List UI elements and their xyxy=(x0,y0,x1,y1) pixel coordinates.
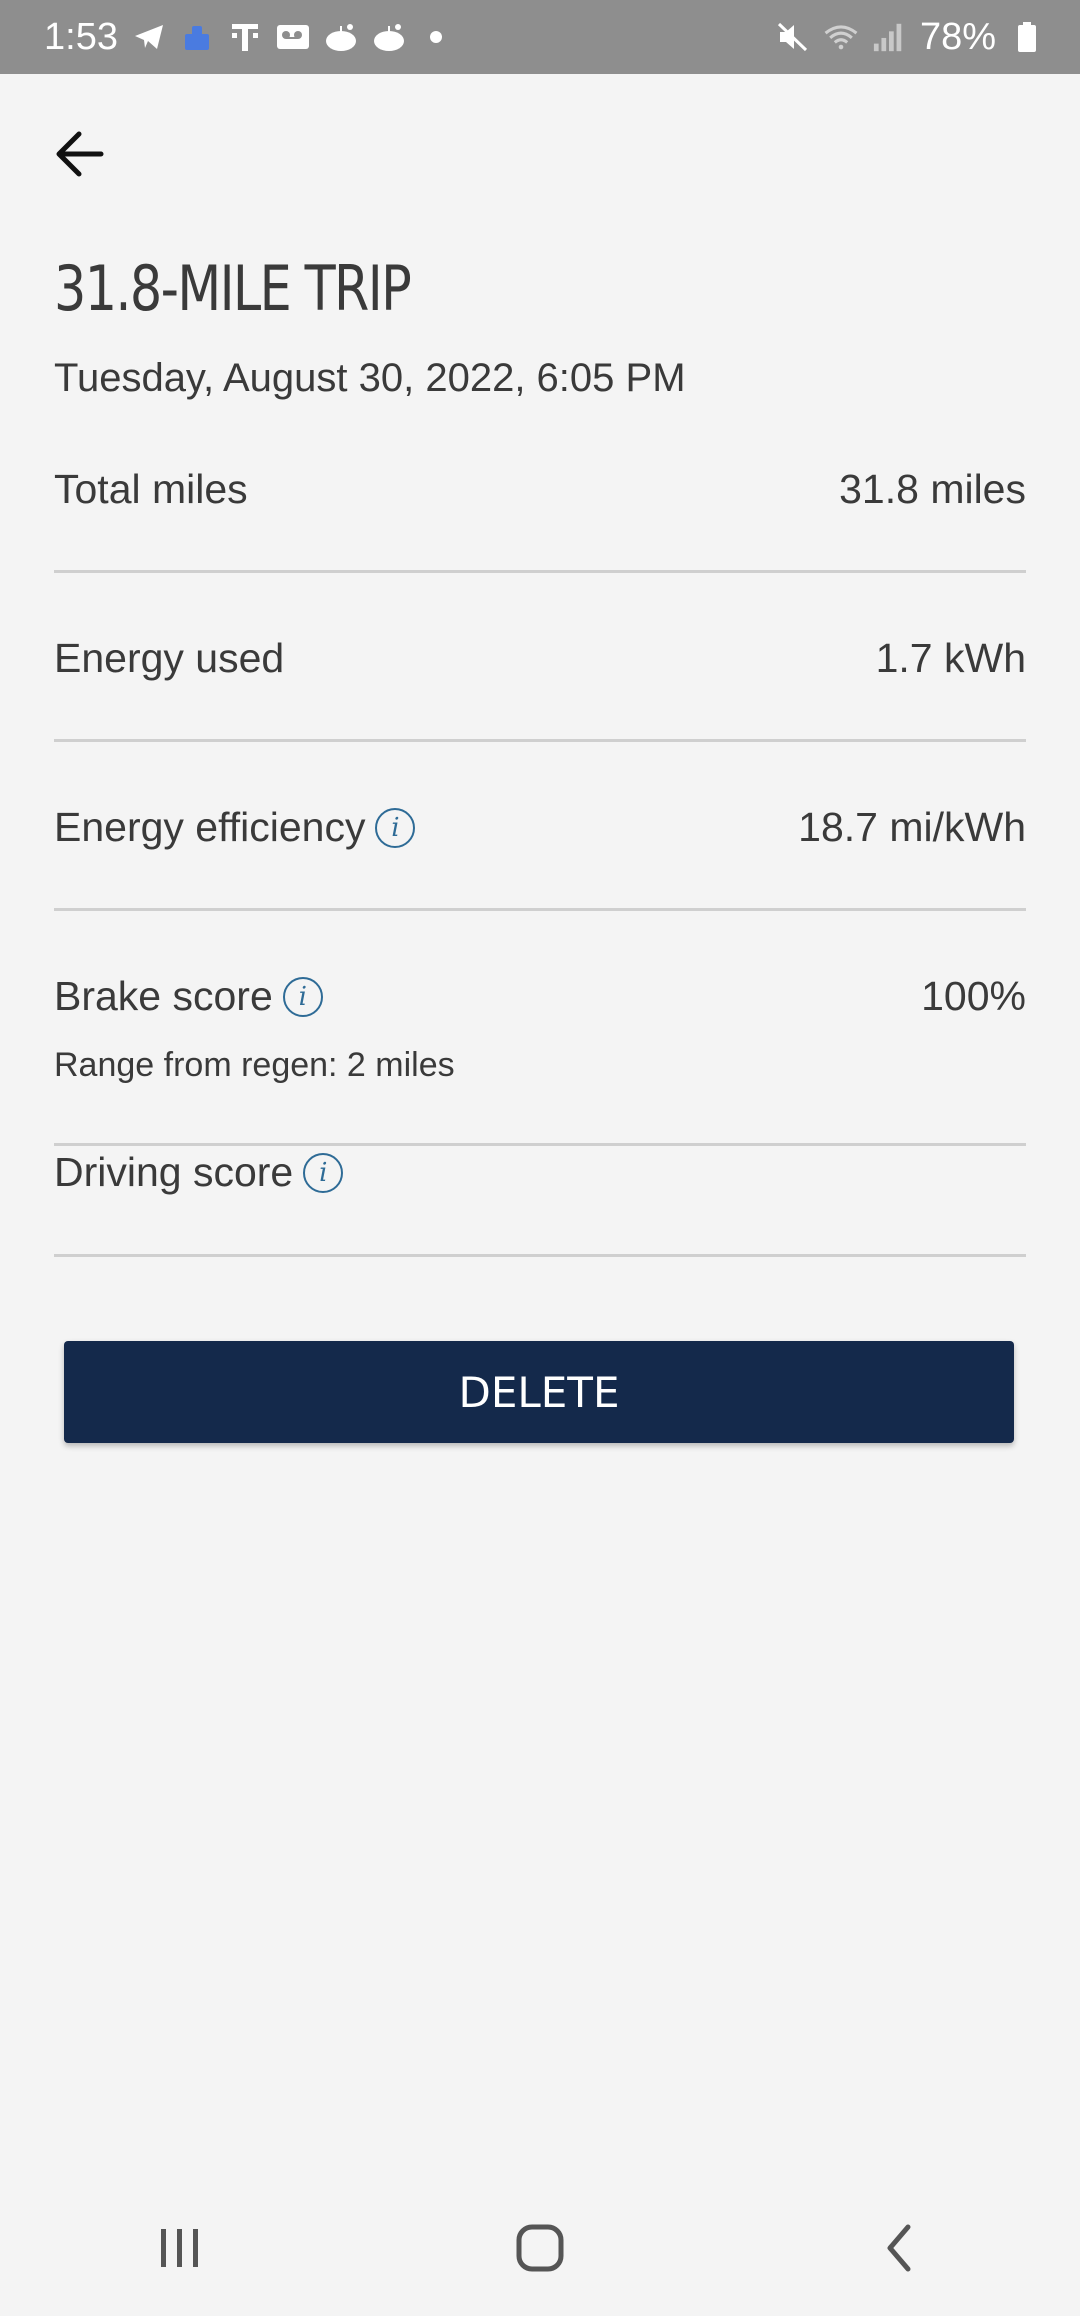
stat-value: 100% xyxy=(921,973,1026,1019)
stat-label-wrap: Brake score i xyxy=(54,973,1026,1020)
stat-row-total-miles: Total miles 31.8 miles xyxy=(54,466,1026,513)
stat-value: 18.7 mi/kWh xyxy=(798,804,1026,850)
stat-row-energy-used: Energy used 1.7 kWh xyxy=(54,635,1026,682)
tmobile-icon xyxy=(228,20,262,54)
stat-label: Brake score xyxy=(54,973,273,1019)
regen-range-note: Range from regen: 2 miles xyxy=(54,1046,455,1084)
recent-apps-button[interactable] xyxy=(140,2208,220,2288)
stat-row-brake-score: Brake score i 100% xyxy=(54,973,1026,1020)
voicemail-icon xyxy=(276,20,310,54)
recent-apps-icon xyxy=(161,2229,198,2267)
trip-date: Tuesday, August 30, 2022, 6:05 PM xyxy=(54,356,686,400)
telegram-icon xyxy=(132,20,166,54)
back-button[interactable] xyxy=(50,124,110,184)
reddit-icon xyxy=(324,20,358,54)
status-time: 1:53 xyxy=(44,15,118,58)
reddit-icon xyxy=(372,20,406,54)
more-notifications-dot xyxy=(429,31,442,43)
info-icon[interactable]: i xyxy=(375,807,416,848)
divider xyxy=(54,739,1026,742)
page-title: 31.8-MILE TRIP xyxy=(54,252,412,325)
chevron-left-icon xyxy=(887,2224,911,2272)
battery-percent: 78% xyxy=(919,15,996,58)
status-right: 78% xyxy=(776,16,1044,59)
divider xyxy=(54,1143,1026,1146)
stat-row-driving-score: Driving score i xyxy=(54,1149,1026,1196)
signal-icon xyxy=(872,20,906,54)
battery-icon xyxy=(1010,20,1044,54)
divider xyxy=(54,908,1026,911)
stat-label-wrap: Driving score i xyxy=(54,1149,1026,1196)
system-nav-bar xyxy=(0,2180,1080,2316)
home-button[interactable] xyxy=(500,2208,580,2288)
wifi-icon xyxy=(824,20,858,54)
stat-value: 31.8 miles xyxy=(839,466,1026,512)
back-arrow-icon xyxy=(56,131,104,177)
system-back-button[interactable] xyxy=(860,2208,940,2288)
delete-button[interactable]: DELETE xyxy=(64,1341,1014,1443)
stat-label: Energy efficiency xyxy=(54,804,366,850)
stat-value: 1.7 kWh xyxy=(875,635,1026,681)
info-icon[interactable]: i xyxy=(303,1152,344,1193)
mute-icon xyxy=(776,20,810,54)
info-icon[interactable]: i xyxy=(282,976,323,1017)
status-left: 1:53 xyxy=(44,16,442,59)
home-icon xyxy=(516,2224,564,2272)
app-icon xyxy=(180,20,214,54)
divider xyxy=(54,1254,1026,1257)
stat-label: Driving score xyxy=(54,1149,294,1195)
stat-row-energy-efficiency: Energy efficiency i 18.7 mi/kWh xyxy=(54,804,1026,851)
status-bar: 1:53 78% xyxy=(0,0,1080,74)
divider xyxy=(54,570,1026,573)
